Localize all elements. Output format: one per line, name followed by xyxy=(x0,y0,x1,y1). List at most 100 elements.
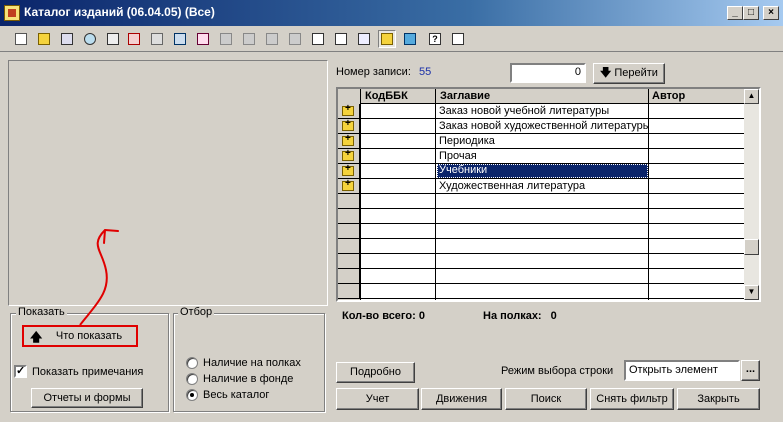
cancel-filter-icon[interactable] xyxy=(240,30,258,48)
hierarchy-tree-icon[interactable] xyxy=(378,30,396,48)
folder-plus-icon[interactable] xyxy=(342,148,354,161)
find-icon[interactable] xyxy=(81,30,99,48)
show-notes-label: Показать примечания xyxy=(32,366,144,378)
record-number-label: Номер записи: xyxy=(336,66,411,78)
vertical-scrollbar[interactable]: ▲ ▼ xyxy=(744,89,759,300)
folder-plus-icon[interactable] xyxy=(342,103,354,116)
new-icon[interactable] xyxy=(12,30,30,48)
cell-title: Заказ новой художественной литературы xyxy=(439,120,648,132)
row-mode-field[interactable]: Открыть элемент xyxy=(624,360,740,381)
row-selector[interactable] xyxy=(338,254,360,269)
table-row[interactable]: Учебники xyxy=(338,164,746,179)
window-title: Каталог изданий (06.04.05) (Все) xyxy=(24,5,215,19)
table-row[interactable] xyxy=(338,224,746,239)
minimize-button[interactable]: _ xyxy=(727,6,743,20)
arrow-up-icon: 🡅 xyxy=(30,330,43,344)
goto-input[interactable]: 0 xyxy=(510,63,586,83)
total-count: Кол-во всего: 0 xyxy=(342,310,425,322)
filter-icon[interactable] xyxy=(217,30,235,48)
folder-plus-icon[interactable] xyxy=(342,118,354,131)
table-row[interactable] xyxy=(338,284,746,299)
row-selector[interactable] xyxy=(338,209,360,224)
row-selector[interactable] xyxy=(338,178,360,194)
close-window-button[interactable]: × xyxy=(763,6,779,20)
filter-radio-on-shelves[interactable] xyxy=(186,357,198,369)
table-row[interactable] xyxy=(338,254,746,269)
cell-title: Художественная литература xyxy=(439,180,586,192)
row-selector[interactable] xyxy=(338,284,360,299)
accounting-button[interactable]: Учет xyxy=(336,388,419,410)
preview-panel xyxy=(8,60,328,306)
goto-button[interactable]: 🡇 Перейти xyxy=(593,63,665,84)
table-row[interactable]: Художественная литература xyxy=(338,179,746,194)
record-number-value: 55 xyxy=(419,66,432,78)
app-icon xyxy=(4,5,20,21)
title-bar[interactable]: Каталог изданий (06.04.05) (Все) _ □ × xyxy=(0,0,783,26)
on-shelves-value: 0 xyxy=(550,310,557,322)
print-icon[interactable] xyxy=(332,30,350,48)
folder-plus-icon[interactable] xyxy=(342,178,354,191)
row-selector[interactable] xyxy=(338,118,360,134)
table-row[interactable]: Заказ новой художественной литературы xyxy=(338,119,746,134)
folder-plus-icon[interactable] xyxy=(342,133,354,146)
filter-radio-whole-catalog[interactable] xyxy=(186,389,198,401)
move-icon[interactable] xyxy=(171,30,189,48)
total-count-label: Кол-во всего: xyxy=(342,310,416,322)
copy-icon[interactable] xyxy=(148,30,166,48)
help-icon[interactable]: ? xyxy=(426,30,444,48)
on-shelves-count: На полках: 0 xyxy=(483,310,557,322)
table-row[interactable] xyxy=(338,239,746,254)
row-selector[interactable] xyxy=(338,103,360,119)
properties-icon[interactable] xyxy=(309,30,327,48)
row-mode-ellipsis-button[interactable]: ... xyxy=(741,360,760,381)
grid-icon[interactable] xyxy=(401,30,419,48)
row-selector[interactable] xyxy=(338,133,360,149)
scroll-down-arrow[interactable]: ▼ xyxy=(744,285,759,300)
cell-title: Прочая xyxy=(439,150,477,162)
hierarchy-icon[interactable] xyxy=(355,30,373,48)
filter-option-on-shelves: Наличие на полках xyxy=(203,357,301,369)
goto-button-label: Перейти xyxy=(614,67,658,79)
maximize-button[interactable]: □ xyxy=(743,6,759,20)
on-shelves-label: На полках: xyxy=(483,310,542,322)
annotation-arrow xyxy=(79,229,119,326)
table-row[interactable]: Периодика xyxy=(338,134,746,149)
show-notes-checkbox[interactable]: ✓ xyxy=(14,365,27,378)
row-mode-label: Режим выбора строки xyxy=(501,365,614,377)
catalog-table[interactable]: КодББК Заглавие Автор Заказ новой учебно… xyxy=(336,87,761,302)
delete-icon[interactable] xyxy=(125,30,143,48)
row-selector[interactable] xyxy=(338,224,360,239)
table-row[interactable] xyxy=(338,209,746,224)
scroll-up-arrow[interactable]: ▲ xyxy=(744,89,759,104)
mark-icon[interactable] xyxy=(104,30,122,48)
table-row[interactable] xyxy=(338,194,746,209)
sort-icon[interactable] xyxy=(194,30,212,48)
table-row[interactable]: Прочая xyxy=(338,149,746,164)
reports-forms-button[interactable]: Отчеты и формы xyxy=(31,388,143,408)
details-button[interactable]: Подробно xyxy=(336,362,415,383)
filter-group-label: Отбор xyxy=(178,306,215,318)
table-row[interactable]: Заказ новой учебной литературы xyxy=(338,104,746,119)
close-button[interactable]: Закрыть xyxy=(677,388,760,410)
table-row[interactable] xyxy=(338,269,746,284)
row-selector[interactable] xyxy=(338,239,360,254)
scroll-thumb[interactable] xyxy=(744,239,759,255)
cell-title: Учебники xyxy=(437,164,648,178)
folder-plus-icon[interactable] xyxy=(342,163,354,176)
reset-filter-button[interactable]: Снять фильтр xyxy=(590,388,674,410)
arrow-down-icon: 🡇 xyxy=(600,67,612,79)
total-count-value: 0 xyxy=(418,310,425,322)
folder-icon[interactable] xyxy=(35,30,53,48)
list-icon[interactable] xyxy=(286,30,304,48)
tree-icon[interactable] xyxy=(263,30,281,48)
row-selector[interactable] xyxy=(338,194,360,209)
row-selector[interactable] xyxy=(338,163,360,179)
cell-title: Периодика xyxy=(439,135,495,147)
search-button[interactable]: Поиск xyxy=(505,388,587,410)
filter-radio-in-fund[interactable] xyxy=(186,373,198,385)
edit-icon[interactable] xyxy=(58,30,76,48)
row-selector[interactable] xyxy=(338,269,360,284)
pointer-help-icon[interactable] xyxy=(449,30,467,48)
movements-button[interactable]: Движения xyxy=(421,388,502,410)
row-selector[interactable] xyxy=(338,148,360,164)
